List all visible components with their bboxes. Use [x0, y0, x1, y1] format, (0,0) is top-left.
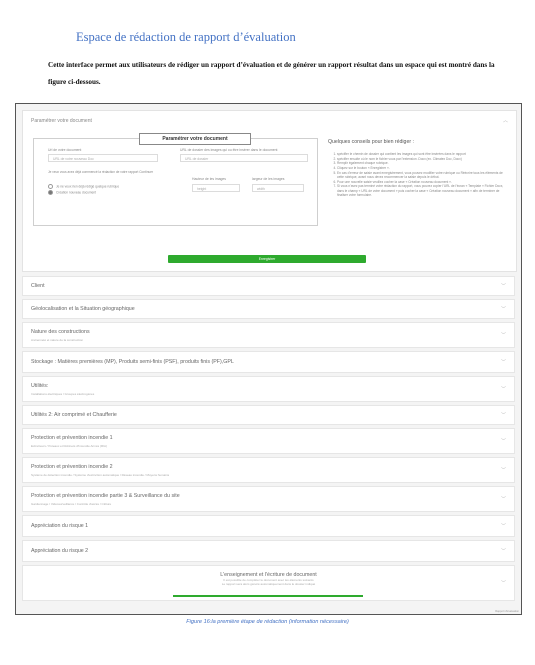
width-input[interactable]: width [252, 184, 304, 192]
chevron-up-icon[interactable]: ︿ [503, 117, 508, 124]
chevron-down-icon[interactable]: ﹀ [501, 548, 506, 555]
chevron-down-icon[interactable]: ﹀ [501, 386, 506, 393]
chevron-down-icon[interactable]: ﹀ [501, 580, 506, 587]
section-subtitle: Extincteurs / Poteaux et Robinets d'Ince… [31, 444, 107, 448]
folder-label: URL de dossier des images qui ou être in… [180, 148, 278, 152]
intro-paragraph: Cette interface permet aux utilisateurs … [48, 61, 495, 86]
section-subtitle: Ancienneté et nature de la construction [31, 338, 84, 342]
figure-caption: Figure 16:la première étape de rédaction… [186, 619, 349, 625]
section-final-document[interactable]: L'enseignement et l'écriture de document… [22, 565, 515, 601]
save-button[interactable]: Enregistrer [168, 255, 366, 263]
settings-form: Paramétrer votre document Url de votre d… [33, 133, 318, 226]
section-list: Client ﹀ Géolocalisation et la Situation… [22, 276, 515, 604]
chevron-down-icon[interactable]: ﹀ [501, 496, 506, 503]
tip-item: Remplir également chaque rubrique. [337, 161, 508, 165]
panel-header[interactable]: Paramétrer votre document [31, 118, 92, 124]
section-title: Utilités: [31, 383, 49, 389]
tip-item: Si vous n'avez pas terminé votre rédacti… [337, 184, 508, 197]
section-title: Client [31, 283, 45, 289]
height-label: Hauteur de les images [192, 177, 226, 181]
chevron-down-icon[interactable]: ﹀ [501, 523, 506, 530]
screenshot-frame: Paramétrer votre document ︿ Paramétrer v… [15, 103, 522, 615]
folder-input[interactable]: URL de dossier [180, 154, 308, 162]
section-constructions[interactable]: Nature des constructions Ancienneté et n… [22, 322, 515, 348]
section-title: Protection et prévention incendie partie… [31, 493, 180, 499]
radio-circle[interactable] [48, 190, 53, 195]
tip-item: Pour une nouvelle saisie veuillez cocher… [337, 180, 508, 184]
section-title: Nature des constructions [31, 329, 90, 335]
footer-note: Rapport d'évaluation [495, 610, 519, 613]
page-title: Espace de rédaction de rapport d’évaluat… [76, 30, 296, 44]
section-geolocation[interactable]: Géolocalisation et la Situation géograph… [22, 299, 515, 319]
section-title: Stockage : Matières premières (MP), Prod… [31, 359, 234, 365]
tips-list: spécifier le chemin de dossier qui conti… [328, 152, 508, 197]
settings-panel: Paramétrer votre document ︿ Paramétrer v… [22, 110, 517, 272]
tip-item: spécifier ensuite où le nom le fichier v… [337, 157, 508, 161]
section-title: Protection et prévention incendie 1 [31, 435, 113, 441]
section-title: Protection et prévention incendie 2 [31, 464, 113, 470]
radio-new-label: Création nouveau document [56, 190, 97, 195]
section-subtitle: Gardiennage / Vidéosurveillance / Contrô… [31, 502, 112, 506]
section-incendie-1[interactable]: Protection et prévention incendie 1 Exti… [22, 428, 515, 454]
progress-bar [173, 595, 363, 597]
chevron-down-icon[interactable]: ﹀ [501, 332, 506, 339]
section-subtitle: Installations électriques / Groupes élec… [31, 392, 95, 396]
chevron-down-icon[interactable]: ﹀ [501, 283, 506, 290]
width-label: largeur de les images [252, 177, 285, 181]
radio-circle[interactable] [48, 184, 53, 189]
radio-new[interactable]: Création nouveau document [48, 190, 96, 195]
tip-item: spécifier le chemin de dossier qui conti… [337, 152, 508, 156]
section-title: Appréciation du risque 2 [31, 548, 89, 554]
section-utilites[interactable]: Utilités: Installations électriques / Gr… [22, 376, 515, 402]
url-label: Url de votre document [48, 148, 82, 152]
url-input[interactable]: URL de votre nouveau Doc [48, 154, 158, 162]
section-risque-1[interactable]: Appréciation du risque 1 ﹀ [22, 515, 515, 537]
section-title: Appréciation du risque 1 [31, 523, 89, 529]
section-subtitle: Le rapport sera alors généré automatique… [221, 582, 316, 586]
radio-existing[interactable]: Je ne veux rien déjà rédigé quelque rubr… [48, 184, 119, 189]
chevron-down-icon[interactable]: ﹀ [501, 467, 506, 474]
section-client[interactable]: Client ﹀ [22, 276, 515, 296]
section-subtitle: Système de détection incendie / Système … [31, 473, 170, 477]
tip-item: En cas d'erreur de saisie avant enregist… [337, 171, 508, 179]
chevron-down-icon[interactable]: ﹀ [501, 412, 506, 419]
radio-existing-label: Je ne veux rien déjà rédigé quelque rubr… [56, 184, 120, 189]
section-stockage[interactable]: Stockage : Matières premières (MP), Prod… [22, 351, 515, 373]
tip-item: Cliquez sur le bouton « Enregistrer ». [337, 166, 508, 170]
form-legend: Paramétrer votre document [139, 133, 251, 145]
chevron-down-icon[interactable]: ﹀ [501, 306, 506, 313]
section-utilites-2[interactable]: Utilités 2: Air comprimé et Chaufferie ﹀ [22, 405, 515, 425]
height-input[interactable]: height [192, 184, 240, 192]
section-title: Utilités 2: Air comprimé et Chaufferie [31, 412, 117, 418]
tips-title: Quelques conseils pour bien rédiger : [328, 139, 414, 145]
section-incendie-3[interactable]: Protection et prévention incendie partie… [22, 486, 515, 512]
chevron-down-icon[interactable]: ﹀ [501, 438, 506, 445]
tips-block: Quelques conseils pour bien rédiger : sp… [328, 139, 508, 198]
section-risque-2[interactable]: Appréciation du risque 2 ﹀ [22, 540, 515, 562]
section-incendie-2[interactable]: Protection et prévention incendie 2 Syst… [22, 457, 515, 483]
chevron-down-icon[interactable]: ﹀ [501, 359, 506, 366]
continue-note: Je veux vous avez déjà commencé la rédac… [48, 170, 154, 174]
section-title: Géolocalisation et la Situation géograph… [31, 306, 135, 312]
